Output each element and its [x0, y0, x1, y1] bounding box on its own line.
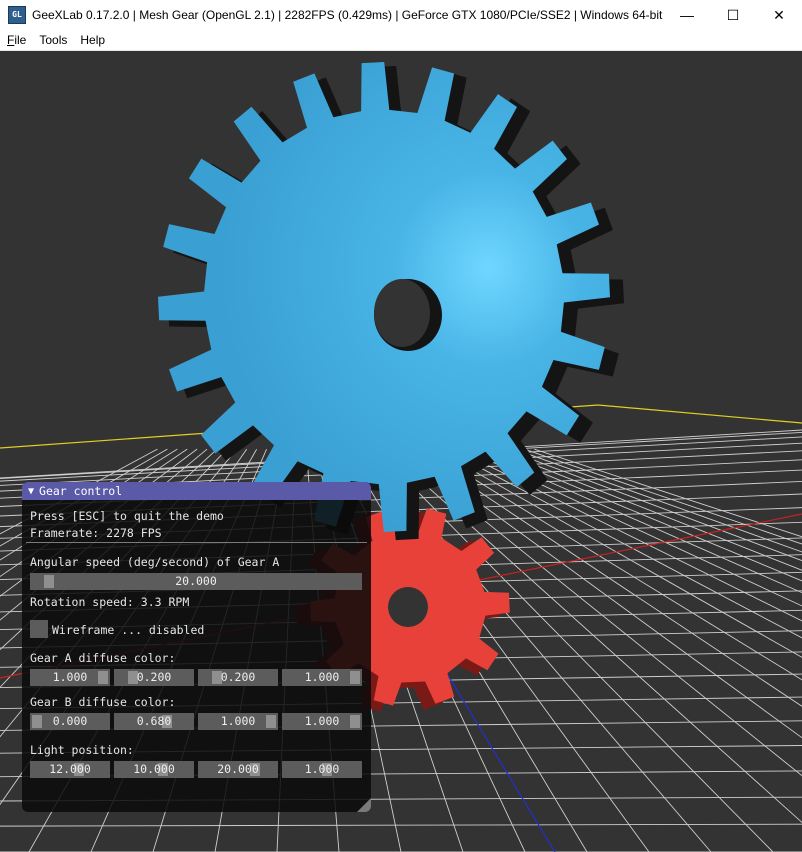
- gear-a-r-field[interactable]: 1.000: [30, 669, 110, 686]
- 3d-viewport[interactable]: ▼ Gear control Press [ESC] to quit the d…: [0, 51, 802, 852]
- menu-file[interactable]: File: [0, 33, 32, 47]
- angular-speed-slider[interactable]: 20.000: [30, 573, 362, 590]
- light-x-field[interactable]: 12.000: [30, 761, 110, 778]
- gear-b-g-field[interactable]: 0.680: [114, 713, 194, 730]
- close-icon: ✕: [773, 6, 785, 23]
- gear-b-a-field[interactable]: 1.000: [282, 713, 362, 730]
- maximize-button[interactable]: ☐: [710, 0, 756, 30]
- framerate-text: Framerate: 2278 FPS: [30, 526, 162, 540]
- geexlab-app-icon: GL: [8, 6, 26, 24]
- angular-speed-label: Angular speed (deg/second) of Gear A: [30, 555, 280, 569]
- gear-a-a-field[interactable]: 1.000: [282, 669, 362, 686]
- angular-speed-value: 20.000: [175, 574, 217, 588]
- resize-grip-icon[interactable]: [357, 798, 371, 812]
- gear-a-color-label: Gear A diffuse color:: [30, 651, 176, 665]
- gear-b-color-label: Gear B diffuse color:: [30, 695, 176, 709]
- title-bar: GL GeeXLab 0.17.2.0 | Mesh Gear (OpenGL …: [0, 0, 802, 30]
- grid-line: [0, 823, 802, 827]
- collapse-arrow-icon[interactable]: ▼: [28, 486, 34, 497]
- light-y-field[interactable]: 10.000: [114, 761, 194, 778]
- wireframe-checkbox[interactable]: [30, 620, 48, 638]
- wireframe-label: Wireframe ... disabled: [52, 623, 205, 637]
- panel-header[interactable]: ▼ Gear control: [22, 482, 371, 500]
- maximize-icon: ☐: [726, 6, 740, 23]
- close-button[interactable]: ✕: [756, 0, 802, 30]
- gear-control-panel: ▼ Gear control Press [ESC] to quit the d…: [22, 482, 371, 812]
- gear-a-g-field[interactable]: 0.200: [114, 669, 194, 686]
- rotation-speed-text: Rotation speed: 3.3 RPM: [30, 595, 190, 609]
- gear-b-r-field[interactable]: 0.000: [30, 713, 110, 730]
- separator: [26, 542, 367, 543]
- gear-b-b-field[interactable]: 1.000: [198, 713, 278, 730]
- light-position-label: Light position:: [30, 743, 134, 757]
- menu-tools[interactable]: Tools: [32, 33, 73, 47]
- grid-border-yellow-right: [597, 404, 802, 424]
- menu-bar: File Tools Help: [0, 30, 802, 51]
- minimize-icon: —: [680, 7, 694, 23]
- light-w-field[interactable]: 1.000: [282, 761, 362, 778]
- esc-hint-text: Press [ESC] to quit the demo: [30, 509, 224, 523]
- window-title: GeeXLab 0.17.2.0 | Mesh Gear (OpenGL 2.1…: [32, 8, 663, 22]
- panel-title: Gear control: [39, 484, 123, 498]
- light-z-field[interactable]: 20.000: [198, 761, 278, 778]
- gear-a-b-field[interactable]: 0.200: [198, 669, 278, 686]
- menu-help[interactable]: Help: [73, 33, 111, 47]
- minimize-button[interactable]: —: [664, 0, 710, 30]
